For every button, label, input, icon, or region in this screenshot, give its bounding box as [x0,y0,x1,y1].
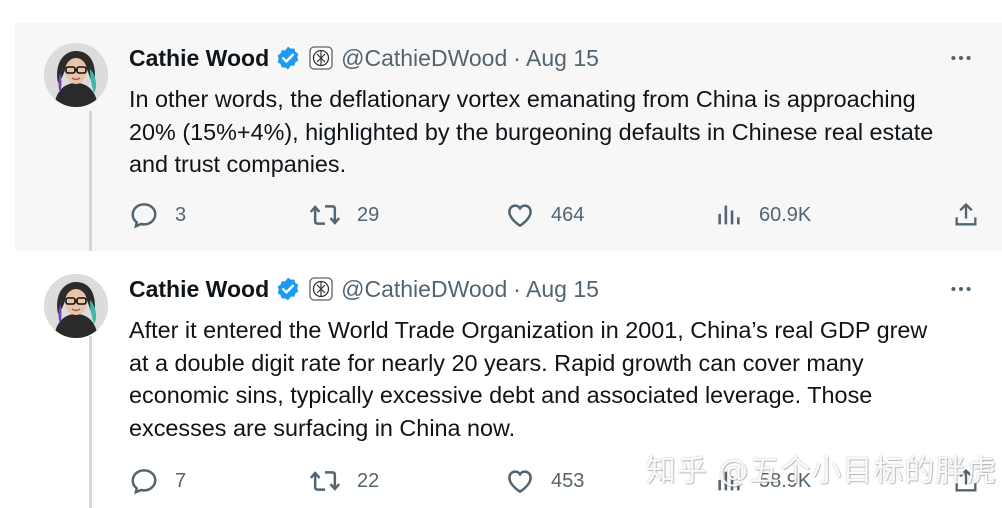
reply-icon [131,203,157,229]
thread-connector-line [89,336,92,508]
tweet-date[interactable]: · Aug 15 [513,45,599,72]
verified-badge-icon [275,45,301,71]
retweet-button[interactable]: 29 [309,195,379,235]
watermark: 知乎 @五个小目标的胖虎 [646,454,998,489]
share-button[interactable] [952,195,980,235]
tweet-text: After it entered the World Trade Organiz… [129,317,928,441]
reply-count: 3 [175,203,187,226]
views-chart-icon [718,205,740,225]
author-handle[interactable]: @CathieDWood [341,45,507,72]
tweet-header: Cathie Wood @CathieDWood · Aug 15 [129,42,982,74]
heart-icon [508,204,532,228]
author-name[interactable]: Cathie Wood [129,45,269,72]
retweet-icon [309,205,341,225]
tweet-date[interactable]: · Aug 15 [513,276,599,303]
more-options-icon[interactable] [948,42,974,74]
retweet-count: 22 [357,469,380,492]
retweet-button[interactable]: 22 [309,461,379,501]
reply-count: 7 [175,469,187,492]
affiliate-logo-icon[interactable] [309,277,333,301]
author-handle[interactable]: @CathieDWood [341,276,507,303]
tweet-header: Cathie Wood @CathieDWood · Aug 15 [129,273,982,305]
reply-icon [131,469,157,495]
more-options-icon[interactable] [948,273,974,305]
affiliate-logo-icon[interactable] [309,46,333,70]
reply-button[interactable]: 7 [129,461,186,501]
heart-icon [508,470,532,494]
tweet-actions: 3 29 464 60.9K [129,195,980,235]
share-icon [955,202,977,226]
like-count: 453 [551,469,585,492]
avatar[interactable] [44,43,108,107]
tweet-1[interactable]: Cathie Wood @CathieDWood · Aug 15 In oth… [15,23,1002,251]
retweet-icon [309,471,341,491]
verified-badge-icon [275,276,301,302]
retweet-count: 29 [357,203,380,226]
like-count: 464 [551,203,585,226]
like-button[interactable]: 453 [505,461,584,501]
reply-button[interactable]: 3 [129,195,186,235]
like-button[interactable]: 464 [505,195,584,235]
views-count: 60.9K [759,203,812,226]
views-button[interactable]: 60.9K [715,195,811,235]
author-name[interactable]: Cathie Wood [129,276,269,303]
thread-connector-line [89,111,92,251]
avatar[interactable] [44,274,108,338]
tweet-text: In other words, the deflationary vortex … [129,86,934,177]
